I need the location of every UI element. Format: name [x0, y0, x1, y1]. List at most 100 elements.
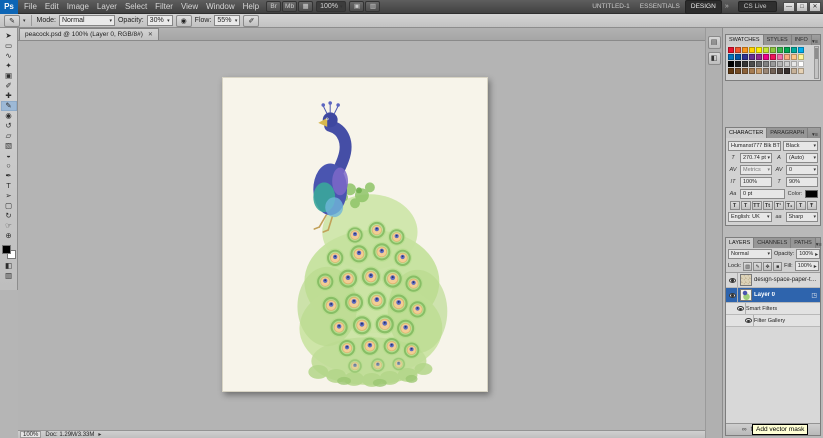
workspace-untitled-1[interactable]: UNTITLED-1	[587, 1, 635, 13]
view-extras-icon[interactable]: ▦	[298, 1, 314, 12]
tool-type[interactable]: T	[1, 181, 17, 191]
menu-filter[interactable]: Filter	[151, 0, 177, 13]
swatch-32[interactable]	[798, 61, 804, 67]
zoom-level-field[interactable]: 100%	[316, 1, 347, 12]
tool-quick-mask[interactable]: ◧	[1, 261, 17, 271]
swatch-26[interactable]	[756, 61, 762, 67]
visibility-toggle[interactable]	[727, 273, 738, 287]
menu-image[interactable]: Image	[63, 0, 93, 13]
menu-view[interactable]: View	[177, 0, 202, 13]
visibility-toggle[interactable]	[743, 315, 754, 326]
swatch-7[interactable]	[777, 47, 783, 53]
layer-blend-mode-select[interactable]: Normal	[728, 249, 772, 259]
tool-move[interactable]: ➤	[1, 31, 17, 41]
minimize-button[interactable]: —	[783, 1, 795, 12]
tablet-pressure-opacity-icon[interactable]: ◉	[175, 14, 192, 27]
swatch-23[interactable]	[735, 61, 741, 67]
swatch-3[interactable]	[749, 47, 755, 53]
swatch-5[interactable]	[763, 47, 769, 53]
kerning-field[interactable]: Metrics	[740, 165, 772, 175]
close-button[interactable]: ✕	[809, 1, 821, 12]
font-size-field[interactable]: 270.74 pt	[740, 153, 772, 163]
swatch-18[interactable]	[777, 54, 783, 60]
swatch-8[interactable]	[784, 47, 790, 53]
tool-history-brush[interactable]: ↺	[1, 121, 17, 131]
antialias-select[interactable]: Sharp	[785, 212, 818, 222]
layer-fill-field[interactable]: 100%	[794, 261, 819, 271]
swatch-33[interactable]	[728, 68, 734, 74]
canvas-pasteboard[interactable]	[18, 41, 705, 430]
swatch-9[interactable]	[791, 47, 797, 53]
tool-brush[interactable]: ✎	[0, 101, 17, 111]
tool-zoom[interactable]: ⊕	[1, 231, 17, 241]
tab-layers[interactable]: LAYERS	[726, 238, 755, 248]
tab-info[interactable]: INFO	[791, 35, 812, 45]
menu-file[interactable]: File	[20, 0, 41, 13]
swatch-29[interactable]	[777, 61, 783, 67]
horizontal-scale-field[interactable]: 90%	[786, 177, 818, 187]
menu-edit[interactable]: Edit	[41, 0, 63, 13]
text-style-button-0[interactable]: T	[729, 201, 740, 210]
tool-hand[interactable]: ☞	[1, 221, 17, 231]
swatch-12[interactable]	[735, 54, 741, 60]
tool-screen-mode-toggle[interactable]: ▥	[1, 271, 17, 281]
tab-styles[interactable]: STYLES	[763, 35, 792, 45]
panel-menu-icon[interactable]	[816, 242, 823, 248]
layer-row[interactable]: Filter Gallery	[726, 315, 820, 327]
swatch-43[interactable]	[798, 68, 804, 74]
swatch-31[interactable]	[791, 61, 797, 67]
swatch-11[interactable]	[728, 54, 734, 60]
status-flyout-icon[interactable]	[98, 431, 101, 438]
text-color-swatch[interactable]	[805, 190, 818, 198]
layer-opacity-field[interactable]: 100%	[796, 249, 821, 259]
mini-bridge-icon[interactable]: Mb	[282, 1, 298, 12]
swatch-16[interactable]	[763, 54, 769, 60]
swatch-22[interactable]	[728, 61, 734, 67]
tool-lasso[interactable]: ∿	[1, 51, 17, 61]
font-family-select[interactable]: Humanst777 Blk BT	[728, 141, 781, 151]
lock-button-3[interactable]: ■	[773, 261, 783, 271]
leading-field[interactable]: (Auto)	[786, 153, 818, 163]
text-style-button-7[interactable]: Ŧ	[806, 201, 817, 210]
swatch-36[interactable]	[749, 68, 755, 74]
swatch-1[interactable]	[735, 47, 741, 53]
swatch-38[interactable]	[763, 68, 769, 74]
swatch-0[interactable]	[728, 47, 734, 53]
menu-help[interactable]: Help	[239, 0, 263, 13]
tool-blur[interactable]: ◒	[1, 151, 17, 161]
menu-select[interactable]: Select	[121, 0, 151, 13]
swatch-6[interactable]	[770, 47, 776, 53]
font-style-select[interactable]: Black	[783, 141, 818, 151]
workspace-design[interactable]: DESIGN	[684, 0, 722, 14]
photoshop-logo-icon[interactable]: Ps	[0, 0, 18, 14]
visibility-toggle[interactable]	[735, 303, 746, 314]
swatch-4[interactable]	[756, 47, 762, 53]
close-tab-icon[interactable]	[148, 31, 153, 38]
menu-window[interactable]: Window	[202, 0, 238, 13]
swatch-15[interactable]	[756, 54, 762, 60]
swatch-34[interactable]	[735, 68, 741, 74]
text-style-button-6[interactable]: T	[795, 201, 806, 210]
swatch-40[interactable]	[777, 68, 783, 74]
tool-rectangular-marquee[interactable]: ▭	[1, 41, 17, 51]
menu-layer[interactable]: Layer	[93, 0, 121, 13]
scrollbar-thumb[interactable]	[815, 48, 818, 59]
bridge-launch-icon[interactable]: Br	[266, 1, 282, 12]
tool-clone-stamp[interactable]: ◉	[1, 111, 17, 121]
tab-swatches[interactable]: SWATCHES	[726, 35, 764, 45]
tool-spot-healing[interactable]: ✚	[1, 91, 17, 101]
opacity-field[interactable]: 30%	[146, 15, 173, 26]
swatch-27[interactable]	[763, 61, 769, 67]
lock-button-1[interactable]: ✎	[753, 261, 763, 271]
properties-panel-icon[interactable]: ◧	[707, 52, 721, 65]
swatch-28[interactable]	[770, 61, 776, 67]
link-layers-icon[interactable]: ∞	[742, 424, 747, 435]
tool-rectangle-shape[interactable]: ▢	[1, 201, 17, 211]
swatch-21[interactable]	[798, 54, 804, 60]
text-style-button-1[interactable]: T	[740, 201, 751, 210]
swatch-30[interactable]	[784, 61, 790, 67]
tool-eraser[interactable]: ▱	[1, 131, 17, 141]
swatch-14[interactable]	[749, 54, 755, 60]
layer-row[interactable]: Smart Filters	[726, 303, 820, 315]
swatch-20[interactable]	[791, 54, 797, 60]
